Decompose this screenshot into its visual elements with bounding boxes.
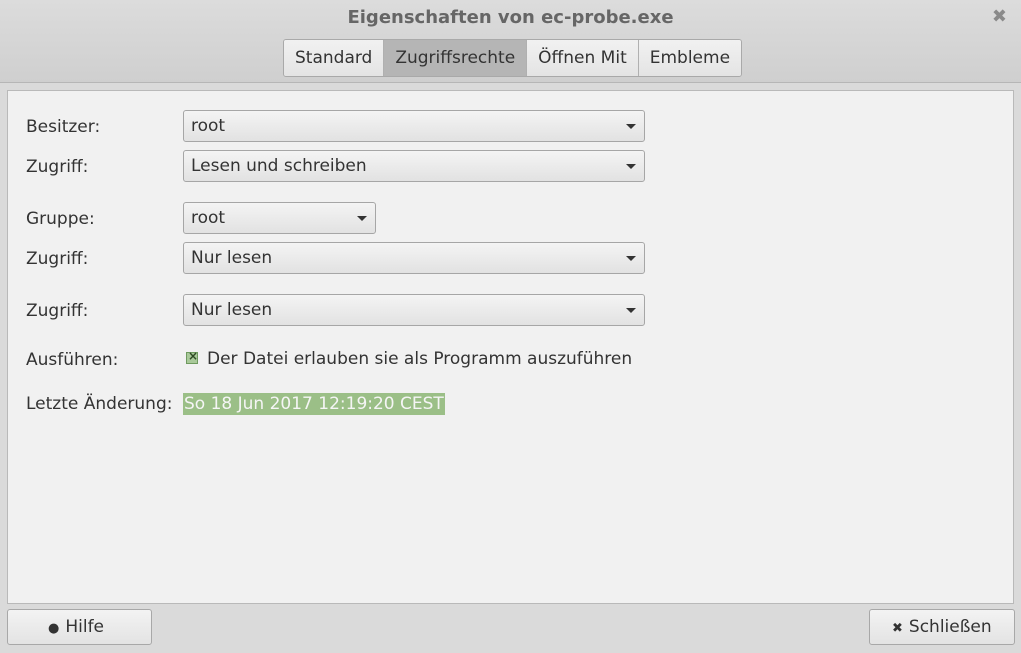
help-button[interactable]: ● Hilfe (7, 609, 152, 645)
tab-permissions[interactable]: Zugriffsrechte (384, 40, 528, 76)
permissions-panel: Besitzer: root Zugriff: Lesen und schrei… (7, 90, 1014, 604)
close-button-label: Schließen (908, 617, 992, 637)
others-access-combo[interactable]: Nur lesen (183, 294, 645, 326)
tab-open-with[interactable]: Öffnen Mit (527, 40, 639, 76)
properties-window: Eigenschaften von ec-probe.exe ✖ Standar… (0, 0, 1021, 653)
title-bar: Eigenschaften von ec-probe.exe ✖ Standar… (0, 0, 1021, 83)
others-access-value: Nur lesen (191, 300, 273, 320)
group-access-value: Nur lesen (191, 248, 273, 268)
owner-combo[interactable]: root (183, 110, 645, 142)
group-access-label: Zugriff: (26, 249, 89, 269)
group-label: Gruppe: (26, 209, 95, 229)
chevron-down-icon (626, 124, 636, 129)
window-title: Eigenschaften von ec-probe.exe (347, 7, 674, 28)
window-close-icon[interactable]: ✖ (992, 6, 1007, 27)
chevron-down-icon (626, 308, 636, 313)
owner-label: Besitzer: (26, 117, 101, 137)
tab-emblems[interactable]: Embleme (638, 40, 742, 76)
help-button-label: Hilfe (65, 617, 105, 637)
group-combo[interactable]: root (183, 202, 376, 234)
execute-label: Ausführen: (26, 350, 119, 370)
owner-access-value: Lesen und schreiben (191, 156, 367, 176)
execute-checkbox[interactable] (186, 349, 198, 364)
tab-bar: Standard Zugriffsrechte Öffnen Mit Emble… (283, 39, 743, 77)
close-button[interactable]: ✖ Schließen (869, 609, 1015, 645)
execute-checkbox-label[interactable]: Der Datei erlauben sie als Programm ausz… (207, 349, 632, 369)
help-icon: ● (48, 621, 60, 636)
chevron-down-icon (626, 256, 636, 261)
tab-standard[interactable]: Standard (284, 40, 385, 76)
owner-access-combo[interactable]: Lesen und schreiben (183, 150, 645, 182)
close-icon: ✖ (892, 621, 903, 636)
others-access-label: Zugriff: (26, 301, 89, 321)
owner-access-label: Zugriff: (26, 157, 89, 177)
group-access-combo[interactable]: Nur lesen (183, 242, 645, 274)
group-value: root (191, 208, 226, 228)
modified-value: So 18 Jun 2017 12:19:20 CEST (183, 393, 445, 415)
modified-label: Letzte Änderung: (26, 394, 173, 414)
chevron-down-icon (626, 164, 636, 169)
owner-value: root (191, 116, 226, 136)
chevron-down-icon (357, 216, 367, 221)
